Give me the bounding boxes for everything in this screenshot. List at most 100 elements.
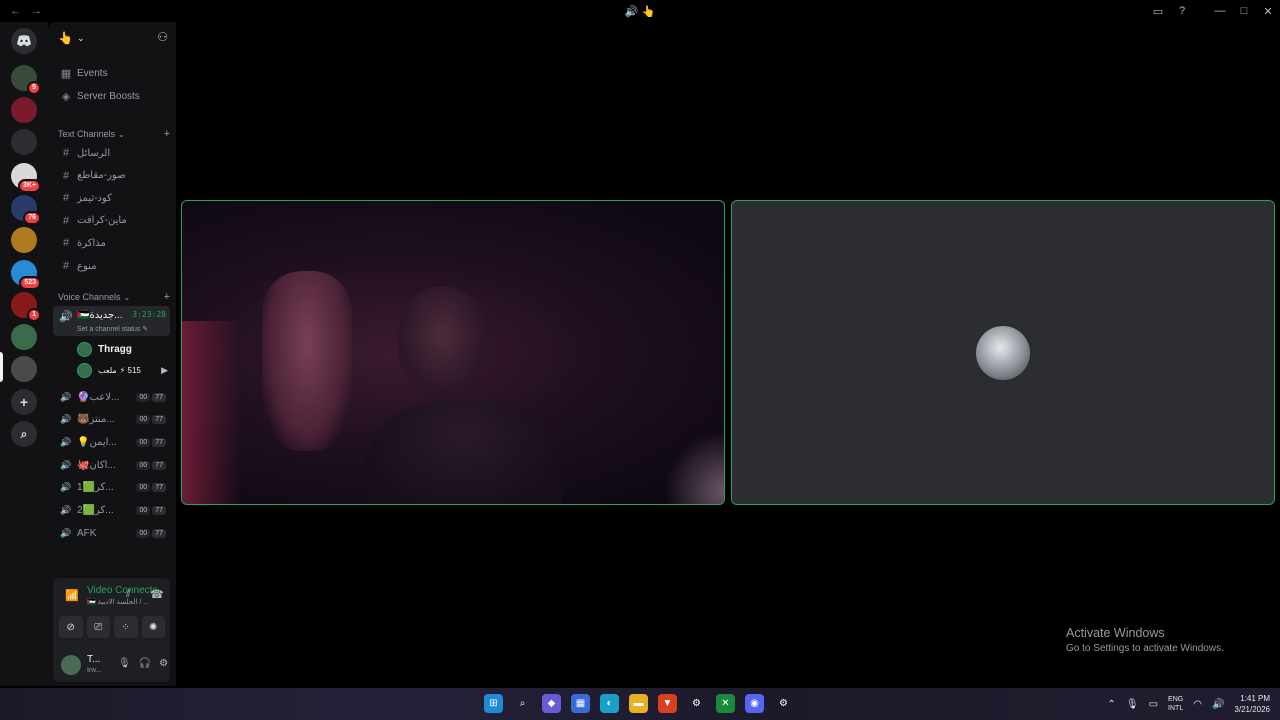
xbox-icon[interactable]: ✕: [716, 694, 735, 713]
gear-icon[interactable]: ⚙: [159, 658, 168, 669]
voice-channel-item[interactable]: 🔊 💡ايمن... 00 77: [53, 432, 170, 452]
channel-status-text: Set a channel status: [77, 326, 141, 333]
member-badge: ⚡ 515: [119, 365, 141, 375]
invite-people-icon[interactable]: ⚇: [157, 30, 168, 44]
display-icon[interactable]: ▭: [1149, 699, 1158, 710]
server-3-icon[interactable]: 3K+: [11, 163, 41, 193]
speaker-icon: 🔊: [60, 505, 72, 515]
chevron-up-icon[interactable]: ⌃: [1108, 699, 1116, 710]
voice-channel-item[interactable]: 🔊 AFK 00 77: [53, 523, 170, 543]
channel-label: 🐙اكان...: [77, 459, 116, 471]
server-2-icon[interactable]: [11, 97, 37, 123]
voice-channel-item[interactable]: 🔊 1🟩كر... 00 77: [53, 478, 170, 498]
channel-label: الرسائل: [77, 147, 111, 159]
server-folder-icon[interactable]: [11, 129, 37, 155]
text-channel-item[interactable]: # صور-مقاطع: [53, 166, 170, 186]
voice-member[interactable]: ملعب ⚡ 515 ▶: [77, 361, 172, 379]
video-camera-icon: ▶: [161, 364, 168, 375]
hash-icon: #: [62, 237, 70, 250]
store-icon[interactable]: ▦: [571, 694, 590, 713]
search-icon[interactable]: ⌕: [513, 694, 532, 713]
speaker-icon: 🔊: [59, 311, 73, 323]
unread-badge: 3K+: [17, 179, 41, 193]
channel-status[interactable]: Set a channel status ✎: [77, 325, 148, 333]
text-channel-item[interactable]: # منوع: [53, 256, 170, 276]
text-channel-item[interactable]: # الرسائل: [53, 143, 170, 163]
brave-icon[interactable]: ▼: [658, 694, 677, 713]
server-5-icon[interactable]: [11, 227, 37, 253]
wifi-icon[interactable]: ◠: [1193, 699, 1202, 710]
title-bar: ← → 🔊 👆 ▭ ? — □ ✕: [0, 0, 1280, 22]
create-channel-icon[interactable]: +: [164, 128, 170, 140]
volume-icon[interactable]: 🔊: [1212, 699, 1224, 710]
forward-arrow-icon[interactable]: →: [31, 5, 42, 17]
voice-member[interactable]: Thragg: [77, 340, 172, 358]
copilot-icon[interactable]: ◆: [542, 694, 561, 713]
server-6-icon[interactable]: 523: [11, 260, 41, 290]
microphone-icon[interactable]: 🎙: [1126, 699, 1139, 710]
server-rail: 5 3K+ 76 523 1 + ⌕: [0, 22, 48, 686]
close-button[interactable]: ✕: [1256, 0, 1280, 22]
video-face: [397, 286, 487, 396]
activities-button[interactable]: ⁘: [114, 616, 138, 638]
headphones-icon[interactable]: 🎧: [139, 658, 151, 669]
start-icon[interactable]: ⊞: [484, 694, 503, 713]
voice-channel-item[interactable]: 🔊 🐙اكان... 00 77: [53, 455, 170, 475]
maximize-button[interactable]: □: [1232, 0, 1256, 22]
steam-icon[interactable]: ⚙: [687, 694, 706, 713]
discover-icon[interactable]: ⌕: [11, 421, 37, 447]
language-indicator[interactable]: ENG INTL: [1168, 695, 1183, 713]
noise-suppression-icon[interactable]: ⫽: [126, 588, 131, 601]
voice-channel-item[interactable]: 🔊 🐻منتز... 00 77: [53, 410, 170, 430]
inbox-icon[interactable]: ▭: [1146, 0, 1170, 22]
share-screen-button[interactable]: ⎚: [86, 616, 110, 638]
avatar[interactable]: [61, 655, 81, 675]
hash-icon: #: [62, 192, 70, 205]
user-cap: 77: [152, 415, 166, 425]
server-boosts-link[interactable]: ◈ Server Boosts: [53, 86, 170, 106]
edge-icon[interactable]: ◐: [600, 694, 619, 713]
user-cap: 77: [152, 483, 166, 493]
steam2-icon[interactable]: ⚙: [774, 694, 793, 713]
back-arrow-icon[interactable]: ←: [10, 5, 21, 17]
minimize-button[interactable]: —: [1208, 0, 1232, 22]
server-1-icon[interactable]: 5: [11, 65, 41, 95]
voice-channel-item[interactable]: 🔊 🔮لاعب... 00 77: [53, 387, 170, 407]
camera-video-tile[interactable]: [181, 200, 725, 505]
server-7-icon[interactable]: 1: [11, 292, 41, 322]
calendar-icon: ▦: [60, 67, 72, 80]
soundboard-button[interactable]: ✺: [141, 616, 165, 638]
disconnect-icon[interactable]: ☎: [150, 588, 164, 601]
text-channel-item[interactable]: # مذاكرة: [53, 233, 170, 253]
discord-home-icon[interactable]: [11, 28, 37, 54]
user-cap: 77: [152, 392, 166, 402]
voice-channel-item[interactable]: 🔊 2🟩كر... 00 77: [53, 501, 170, 521]
speaker-icon: 🔊: [60, 391, 72, 402]
clock[interactable]: 1:41 PM 3/21/2026: [1234, 693, 1270, 715]
add-server-icon[interactable]: +: [11, 389, 37, 415]
server-8-icon[interactable]: [11, 324, 37, 350]
text-channel-item[interactable]: # كود-ثيمز: [53, 188, 170, 208]
server-boosts-label: Server Boosts: [77, 90, 140, 102]
voice-channels-category[interactable]: Voice Channels ⌄ +: [58, 290, 170, 304]
text-channel-item[interactable]: # ماين-كرافت: [53, 211, 170, 231]
avatar-video-tile[interactable]: [731, 200, 1275, 505]
user-limit: 00 77: [136, 460, 166, 470]
create-channel-icon[interactable]: +: [164, 291, 170, 303]
user-name[interactable]: T...: [87, 654, 100, 665]
folder-icon[interactable]: ▬: [629, 694, 648, 713]
channel-label: 2🟩كر...: [77, 505, 114, 516]
voice-status-title[interactable]: Video Connected: [87, 585, 159, 596]
server-4-icon[interactable]: 76: [11, 195, 41, 225]
pencil-icon: ✎: [142, 326, 149, 333]
events-link[interactable]: ▦ Events: [53, 63, 170, 83]
microphone-icon[interactable]: 🎙: [118, 658, 131, 669]
text-channels-category[interactable]: Text Channels ⌄ +: [58, 127, 170, 141]
help-icon[interactable]: ?: [1170, 0, 1194, 22]
server-9-icon[interactable]: [11, 356, 37, 382]
toggle-camera-button[interactable]: ⊘: [59, 616, 83, 638]
voice-channel-path[interactable]: 🇵🇸 الجلسة الادبية / ...: [87, 598, 157, 606]
signal-icon[interactable]: 📶: [65, 589, 79, 602]
discord-icon[interactable]: ◉: [745, 694, 764, 713]
server-header[interactable]: 👆 ⌄ ⚇: [48, 22, 176, 54]
